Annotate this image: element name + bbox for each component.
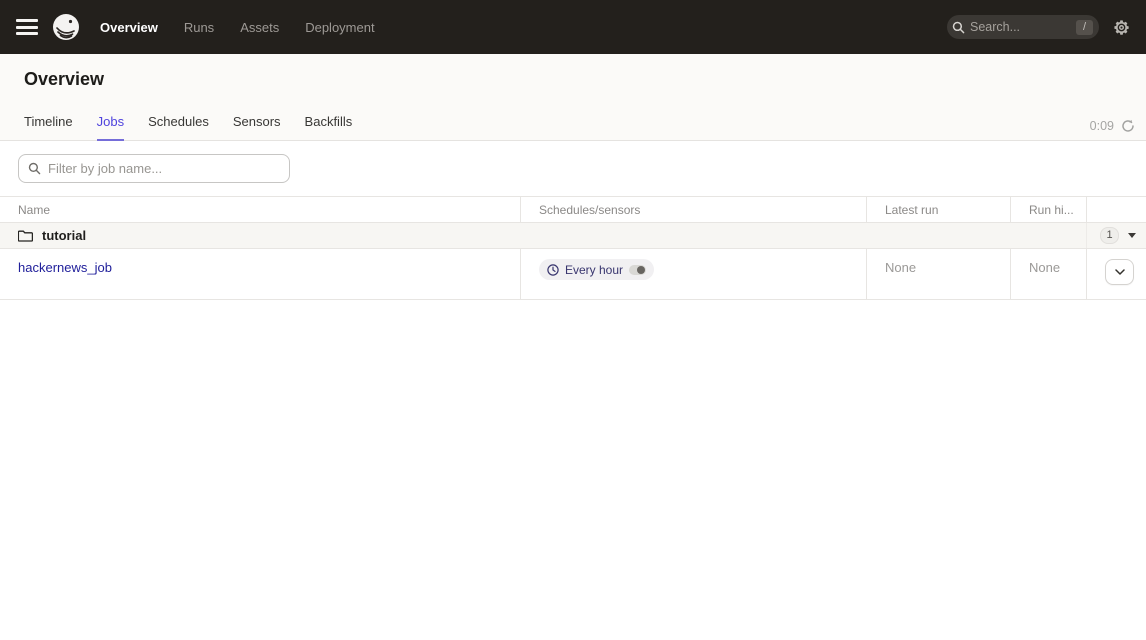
slash-shortcut-badge: / [1076,20,1093,35]
nav-item-assets[interactable]: Assets [240,20,279,35]
run-history-value: None [1029,260,1060,275]
menu-icon[interactable] [16,19,38,35]
group-controls: 1 [1086,223,1146,248]
column-header-latest-run: Latest run [866,197,1010,222]
folder-icon [18,229,33,242]
search-icon [952,21,965,34]
nav-item-runs[interactable]: Runs [184,20,214,35]
chevron-down-icon [1115,269,1125,275]
column-header-actions [1086,197,1146,222]
caret-down-icon[interactable] [1128,233,1136,238]
job-filter[interactable] [18,154,290,183]
table-header-row: Name Schedules/sensors Latest run Run hi… [0,197,1146,223]
nav-item-deployment[interactable]: Deployment [305,20,374,35]
filter-row [0,141,1146,183]
table-row: hackernews_job Every hour None None [0,249,1146,300]
row-menu-button[interactable] [1105,259,1134,285]
overview-tabs: Timeline Jobs Schedules Sensors Backfill… [24,114,352,141]
global-search[interactable]: / [947,15,1099,39]
schedule-tag[interactable]: Every hour [539,259,654,280]
column-header-run-history: Run hi... [1010,197,1086,222]
top-navigation-bar: Overview Runs Assets Deployment / [0,0,1146,54]
group-name: tutorial [42,228,86,243]
refresh-countdown: 0:09 [1090,119,1114,133]
tab-backfills[interactable]: Backfills [305,114,353,141]
search-input[interactable] [970,20,1071,34]
dagster-logo[interactable] [52,13,80,41]
job-name-link[interactable]: hackernews_job [18,260,112,275]
repo-group-label: tutorial [0,228,1086,243]
jobs-table: Name Schedules/sensors Latest run Run hi… [0,196,1146,300]
search-icon [28,162,41,175]
clock-icon [547,264,559,276]
auto-refresh: 0:09 [1090,119,1135,133]
repo-group-row[interactable]: tutorial 1 [0,223,1146,249]
refresh-icon[interactable] [1121,119,1135,133]
page-title: Overview [24,54,1122,90]
tab-timeline[interactable]: Timeline [24,114,73,141]
gear-icon[interactable] [1113,19,1130,36]
tab-jobs[interactable]: Jobs [97,114,124,141]
page-header: Overview Timeline Jobs Schedules Sensors… [0,54,1146,141]
column-header-name: Name [0,197,520,222]
job-filter-input[interactable] [48,161,280,176]
tab-schedules[interactable]: Schedules [148,114,209,141]
schedule-toggle-icon[interactable] [629,265,646,275]
job-count-badge: 1 [1100,227,1119,244]
schedule-label: Every hour [565,263,623,277]
column-header-schedules: Schedules/sensors [520,197,866,222]
nav-item-overview[interactable]: Overview [100,20,158,35]
top-nav-links: Overview Runs Assets Deployment [100,20,375,35]
latest-run-value: None [885,260,916,275]
tab-sensors[interactable]: Sensors [233,114,281,141]
